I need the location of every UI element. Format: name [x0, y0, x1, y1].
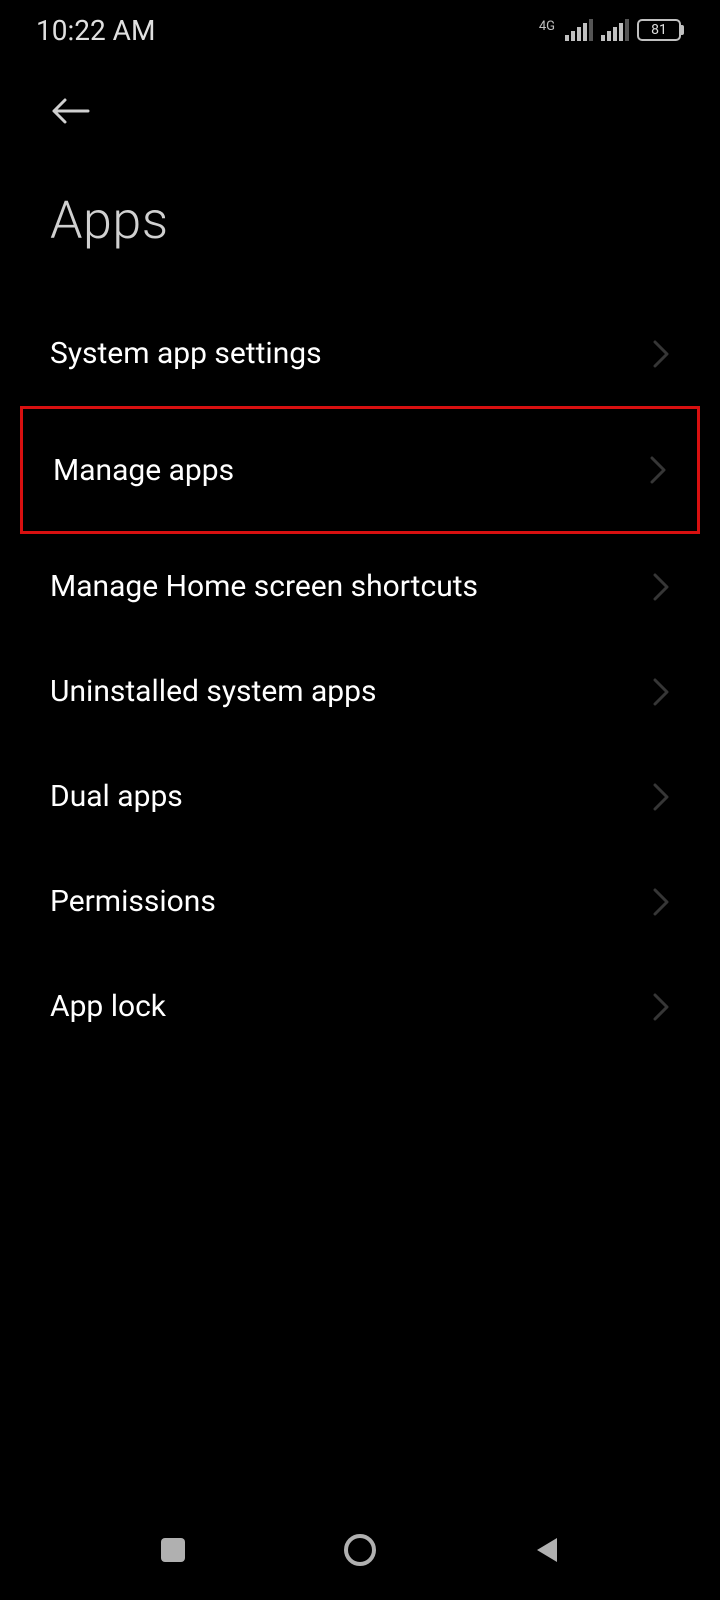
setting-label: Permissions [50, 884, 216, 919]
settings-list: System app settings Manage apps Manage H… [0, 301, 720, 1059]
setting-label: Dual apps [50, 779, 183, 814]
setting-app-lock[interactable]: App lock [0, 954, 720, 1059]
chevron-right-icon [652, 339, 670, 369]
back-button[interactable] [0, 56, 720, 150]
chevron-right-icon [652, 992, 670, 1022]
circle-icon [342, 1532, 378, 1568]
setting-uninstalled-system-apps[interactable]: Uninstalled system apps [0, 639, 720, 744]
setting-manage-apps[interactable]: Manage apps [20, 406, 700, 534]
setting-label: Manage apps [53, 453, 234, 488]
battery-icon: 81 [637, 19, 684, 41]
nav-back-button[interactable] [527, 1530, 567, 1570]
recent-apps-button[interactable] [153, 1530, 193, 1570]
setting-label: Uninstalled system apps [50, 674, 376, 709]
status-bar: 10:22 AM 4G 81 [0, 0, 720, 56]
chevron-right-icon [649, 455, 667, 485]
setting-label: App lock [50, 989, 166, 1024]
status-indicators: 4G 81 [539, 19, 684, 41]
page-title: Apps [0, 150, 720, 301]
signal-sim2-icon [601, 19, 629, 41]
battery-percent: 81 [651, 22, 667, 38]
setting-home-screen-shortcuts[interactable]: Manage Home screen shortcuts [0, 534, 720, 639]
chevron-right-icon [652, 887, 670, 917]
setting-label: System app settings [50, 336, 322, 371]
setting-permissions[interactable]: Permissions [0, 849, 720, 954]
setting-label: Manage Home screen shortcuts [50, 569, 478, 604]
chevron-right-icon [652, 677, 670, 707]
signal-sim1-icon [565, 19, 593, 41]
chevron-right-icon [652, 782, 670, 812]
triangle-left-icon [533, 1534, 561, 1566]
back-arrow-icon [50, 96, 90, 126]
network-type-label: 4G [539, 19, 555, 34]
status-time: 10:22 AM [36, 14, 155, 47]
chevron-right-icon [652, 572, 670, 602]
square-icon [159, 1536, 187, 1564]
navigation-bar [0, 1500, 720, 1600]
setting-dual-apps[interactable]: Dual apps [0, 744, 720, 849]
home-button[interactable] [340, 1530, 380, 1570]
setting-system-app-settings[interactable]: System app settings [0, 301, 720, 406]
